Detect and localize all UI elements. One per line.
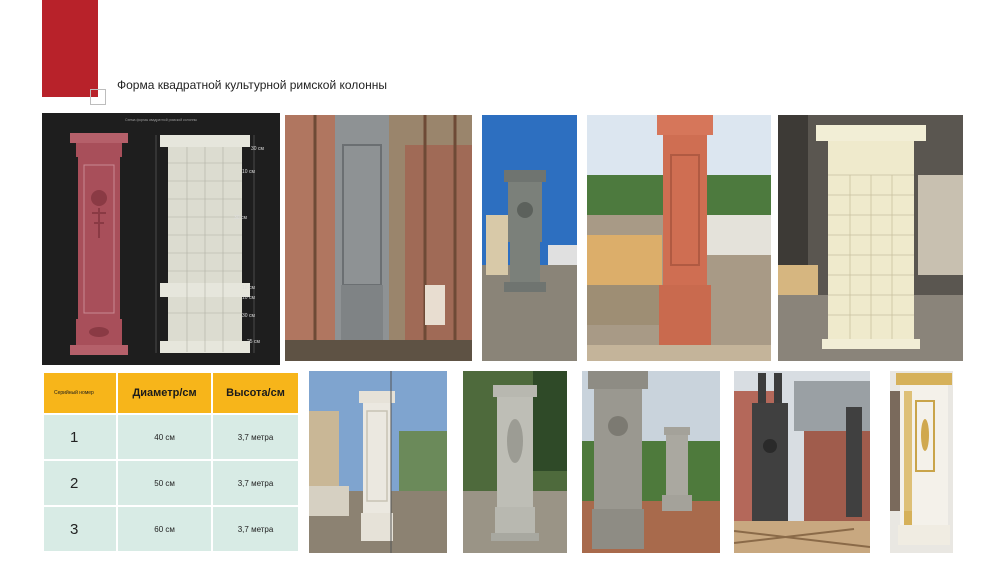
column-diagram-image: Схема формы квадратной римской колонны 3… <box>42 113 280 365</box>
column-photo <box>482 115 577 361</box>
row-number: 1 <box>44 415 117 459</box>
column-photo <box>890 371 953 553</box>
row-diameter: 50 см <box>118 461 212 505</box>
dim-label: 10 см <box>242 285 255 291</box>
dim-label: 30 см <box>242 313 255 319</box>
table-row: 1 40 см 3,7 метра <box>44 415 298 459</box>
row-number: 3 <box>44 507 117 551</box>
dim-label: 30 см <box>251 146 264 152</box>
dim-label: 10 см <box>242 295 255 301</box>
column-photo <box>309 371 447 553</box>
row-diameter: 60 см <box>118 507 212 551</box>
column-photo <box>734 371 870 553</box>
dim-label: 25 см <box>247 339 260 345</box>
column-header-height: Высота/см <box>213 373 298 413</box>
dim-label: 10 см <box>242 169 255 175</box>
row-diameter: 40 см <box>118 415 212 459</box>
table-row: 3 60 см 3,7 метра <box>44 507 298 551</box>
column-header-diameter: Диаметр/см <box>118 373 212 413</box>
row-height: 3,7 метра <box>213 461 298 505</box>
column-mold-photo <box>778 115 963 361</box>
decorative-outline-square <box>90 89 106 105</box>
table-row: 2 50 см 3,7 метра <box>44 461 298 505</box>
column-photo <box>285 115 472 361</box>
row-height: 3,7 метра <box>213 415 298 459</box>
spec-table: Серийный номер Диаметр/см Высота/см 1 40… <box>42 371 300 553</box>
dim-label: 30 см <box>234 215 247 221</box>
column-photo <box>587 115 771 361</box>
row-number: 2 <box>44 461 117 505</box>
column-header-number: Серийный номер <box>44 373 117 413</box>
column-photo <box>582 371 720 553</box>
row-height: 3,7 метра <box>213 507 298 551</box>
diagram-header: Схема формы квадратной римской колонны <box>125 118 198 122</box>
column-photo <box>463 371 567 553</box>
decorative-red-block <box>42 0 98 97</box>
page-title: Форма квадратной культурной римской коло… <box>117 78 387 92</box>
